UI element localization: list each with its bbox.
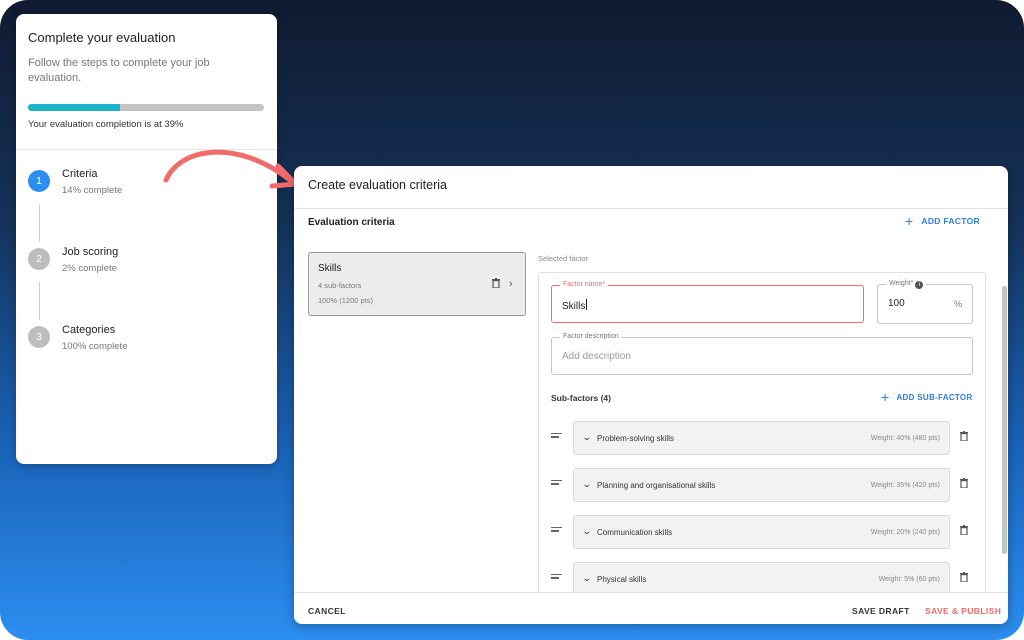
trash-icon[interactable] xyxy=(960,431,968,441)
subfactor-name: Planning and organisational skills xyxy=(597,481,716,490)
step-progress: 2% complete xyxy=(62,263,117,274)
curved-arrow-icon xyxy=(163,149,299,189)
weight-label: Weight* i xyxy=(886,280,927,289)
steps-card-subtitle: Follow the steps to complete your job ev… xyxy=(28,57,210,84)
step-label: Job scoring xyxy=(62,246,119,258)
subfactor-row: ⌄ Planning and organisational skills Wei… xyxy=(551,468,971,502)
add-subfactor-button[interactable]: + ADD SUB-FACTOR xyxy=(881,389,973,405)
add-subfactor-label: ADD SUB-FACTOR xyxy=(896,392,973,402)
factor-card-points: 100% (1200 pts) xyxy=(318,296,374,305)
selected-factor-label: Selected factor xyxy=(538,254,589,263)
plus-icon: + xyxy=(904,213,914,229)
info-icon: i xyxy=(915,281,924,289)
steps-card-title: Complete your evaluation xyxy=(28,30,176,45)
dialog-title: Create evaluation criteria xyxy=(308,178,447,192)
factor-name-label: Factor name* xyxy=(560,281,609,288)
subfactor-row: ⌄ Communication skills Weight: 20% (240 … xyxy=(551,515,971,549)
step-label: Criteria xyxy=(62,168,98,180)
factor-description-label: Factor description xyxy=(560,333,622,340)
add-factor-label: ADD FACTOR xyxy=(921,216,980,226)
cancel-button[interactable]: CANCEL xyxy=(308,606,346,616)
step-number-badge: 3 xyxy=(28,326,50,348)
subfactor-weight: Weight: 5% (60 pts) xyxy=(878,576,940,583)
create-criteria-dialog: Create evaluation criteria Evaluation cr… xyxy=(294,166,1008,624)
chevron-right-icon[interactable]: › xyxy=(509,278,513,290)
subfactor-accordion[interactable]: ⌄ Problem-solving skills Weight: 40% (48… xyxy=(573,421,950,455)
dialog-footer: CANCEL SAVE DRAFT SAVE & PUBLISH xyxy=(294,592,1008,624)
step-number-badge: 1 xyxy=(28,170,50,192)
subfactor-row: ⌄ Problem-solving skills Weight: 40% (48… xyxy=(551,421,971,455)
factor-description-placeholder: Add description xyxy=(562,351,631,362)
subfactor-accordion[interactable]: ⌄ Communication skills Weight: 20% (240 … xyxy=(573,515,950,549)
scrollbar-thumb[interactable] xyxy=(1002,286,1007,554)
drag-handle-icon[interactable] xyxy=(551,480,562,487)
step-connector xyxy=(39,204,40,242)
factor-description-field[interactable]: Factor description Add description xyxy=(551,333,973,375)
step-number-badge: 2 xyxy=(28,248,50,270)
completion-progress-fill xyxy=(28,104,121,111)
subfactor-name: Communication skills xyxy=(597,528,673,537)
drag-handle-icon[interactable] xyxy=(551,574,562,581)
drag-handle-icon[interactable] xyxy=(551,527,562,534)
background-frame: Complete your evaluation Follow the step… xyxy=(0,0,1024,640)
factor-name-value: Skills xyxy=(562,299,588,312)
chevron-down-icon: ⌄ xyxy=(581,432,592,442)
save-publish-button[interactable]: SAVE & PUBLISH xyxy=(925,606,1001,616)
subfactor-name: Problem-solving skills xyxy=(597,434,674,443)
drag-handle-icon[interactable] xyxy=(551,433,562,440)
factor-card-subfactors: 4 sub-factors xyxy=(318,281,362,290)
completion-progress-bar xyxy=(28,104,264,111)
step-connector xyxy=(39,282,40,320)
trash-icon[interactable] xyxy=(960,525,968,535)
subfactor-row: ⌄ Physical skills Weight: 5% (60 pts) xyxy=(551,562,971,596)
step-job-scoring[interactable]: 2 Job scoring 2% complete xyxy=(28,246,258,286)
chevron-down-icon: ⌄ xyxy=(581,479,592,489)
chevron-down-icon: ⌄ xyxy=(581,573,592,583)
factor-card-name: Skills xyxy=(318,263,342,274)
step-categories[interactable]: 3 Categories 100% complete xyxy=(28,324,258,364)
weight-field[interactable]: Weight* i 100 % xyxy=(877,280,973,324)
chevron-down-icon: ⌄ xyxy=(581,526,592,536)
trash-icon[interactable] xyxy=(960,572,968,582)
weight-unit: % xyxy=(953,299,962,309)
plus-icon: + xyxy=(881,389,890,405)
step-progress: 14% complete xyxy=(62,185,123,196)
subfactor-accordion[interactable]: ⌄ Planning and organisational skills Wei… xyxy=(573,468,950,502)
subfactor-weight: Weight: 40% (480 pts) xyxy=(870,435,940,442)
weight-value: 100 xyxy=(888,298,905,309)
save-draft-button[interactable]: SAVE DRAFT xyxy=(852,606,910,616)
completion-progress-text: Your evaluation completion is at 39% xyxy=(28,119,184,130)
divider xyxy=(294,208,1008,209)
subfactor-name: Physical skills xyxy=(597,575,647,584)
trash-icon[interactable] xyxy=(492,278,500,288)
subfactor-accordion[interactable]: ⌄ Physical skills Weight: 5% (60 pts) xyxy=(573,562,950,596)
trash-icon[interactable] xyxy=(960,478,968,488)
subfactors-title: Sub-factors (4) xyxy=(551,393,611,403)
subfactor-weight: Weight: 35% (420 pts) xyxy=(870,482,940,489)
evaluation-steps-card: Complete your evaluation Follow the step… xyxy=(16,14,277,464)
step-label: Categories xyxy=(62,324,116,336)
subfactor-weight: Weight: 20% (240 pts) xyxy=(870,529,940,536)
factor-name-field[interactable]: Factor name* Skills xyxy=(551,281,864,323)
step-progress: 100% complete xyxy=(62,341,128,352)
factor-card-skills[interactable]: Skills 4 sub-factors 100% (1200 pts) › xyxy=(308,252,526,316)
section-title: Evaluation criteria xyxy=(308,217,395,228)
add-factor-button[interactable]: + ADD FACTOR xyxy=(904,213,980,229)
